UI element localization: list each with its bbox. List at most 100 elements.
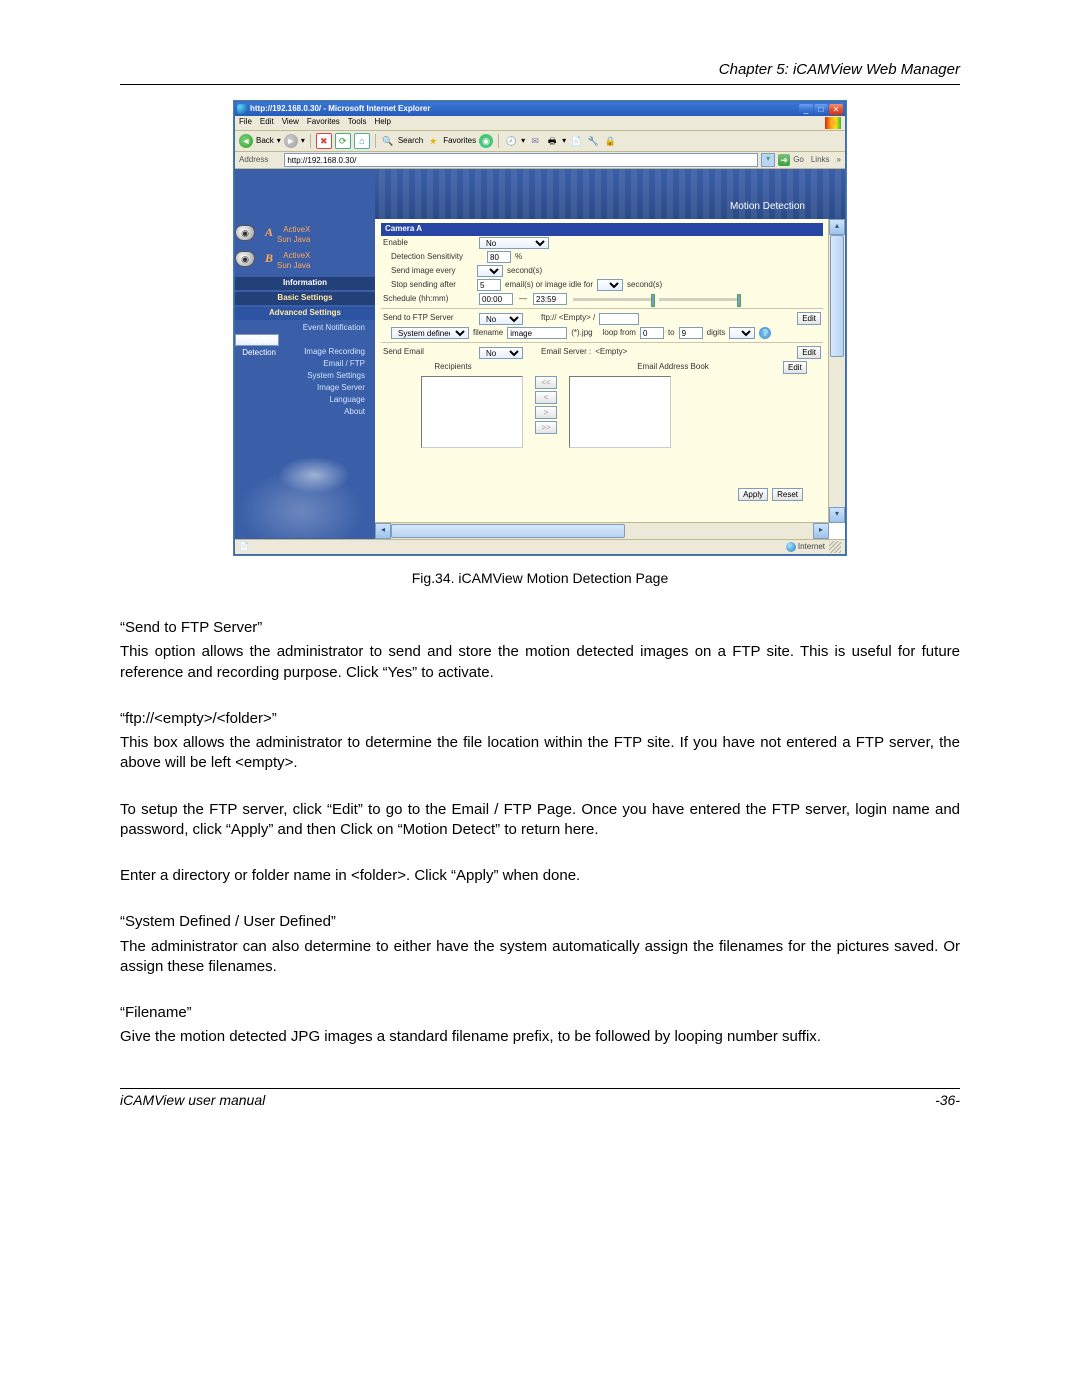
settings-form: Camera A Enable No Detection Sensitivity…	[375, 219, 845, 523]
nav-system-settings[interactable]: System Settings	[235, 370, 367, 382]
nav-head-basic[interactable]: Basic Settings	[235, 292, 375, 305]
schedule-slider-1[interactable]	[573, 298, 653, 301]
reset-button[interactable]: Reset	[772, 488, 803, 501]
addressbook-edit-button[interactable]: Edit	[783, 361, 807, 374]
media-icon[interactable]: ◉	[479, 134, 493, 148]
send-every-select[interactable]: 1	[477, 265, 503, 277]
back-button[interactable]: ◄	[239, 134, 253, 148]
para-sysdef-title: “System Defined / User Defined”	[120, 912, 960, 932]
schedule-slider-2[interactable]	[659, 298, 739, 301]
scroll-right-icon[interactable]: ▸	[813, 523, 829, 539]
sidebar-decor-image	[235, 448, 367, 538]
vertical-scrollbar[interactable]: ▴ ▾	[828, 219, 845, 523]
extra-icon-2[interactable]: 🔒	[603, 134, 617, 148]
address-input[interactable]	[284, 153, 758, 167]
camera-a-header: Camera A	[381, 223, 823, 236]
email-select[interactable]: No	[479, 347, 523, 359]
print-icon[interactable]: 🖶	[545, 134, 559, 148]
move-right-button[interactable]: >	[535, 406, 557, 419]
scroll-down-icon[interactable]: ▾	[829, 507, 845, 523]
home-button[interactable]: ⌂	[354, 133, 370, 149]
ftp-edit-button[interactable]: Edit	[797, 312, 821, 325]
refresh-button[interactable]: ⟳	[335, 133, 351, 149]
camera-b-sunjava[interactable]: Sun Java	[277, 261, 310, 271]
schedule-from-input[interactable]	[479, 293, 513, 305]
stop-after-label: Stop sending after	[391, 280, 473, 291]
nav-head-information[interactable]: Information	[235, 277, 375, 290]
enable-select[interactable]: No	[479, 237, 549, 249]
address-label: Address	[239, 155, 268, 166]
schedule-to-input[interactable]	[533, 293, 567, 305]
para-ftppath-title: “ftp://<empty>/<folder>”	[120, 709, 960, 729]
seconds-label: second(s)	[507, 266, 542, 277]
close-button[interactable]: ✕	[829, 104, 843, 115]
nav-image-server[interactable]: Image Server	[235, 382, 367, 394]
search-label: Search	[398, 136, 423, 147]
ftp-label: Send to FTP Server	[383, 313, 475, 324]
links-label[interactable]: Links	[807, 155, 834, 166]
search-icon[interactable]: 🔍	[381, 134, 395, 148]
address-bar: Address ▾ ➔ Go Links»	[235, 152, 845, 169]
emails-or-label: email(s) or image idle for	[505, 280, 593, 291]
scroll-up-icon[interactable]: ▴	[829, 219, 845, 235]
camera-a-letter: A	[259, 225, 273, 240]
filename-input[interactable]	[507, 327, 567, 339]
favorites-label: Favorites	[443, 136, 476, 147]
scroll-thumb-h[interactable]	[391, 524, 625, 538]
nav-language[interactable]: Language	[235, 394, 367, 406]
maximize-button[interactable]: □	[814, 104, 828, 115]
mail-icon[interactable]: ✉	[528, 134, 542, 148]
email-server-label: Email Server :	[541, 347, 591, 358]
menu-edit[interactable]: Edit	[260, 117, 274, 129]
stop-button[interactable]: ✖	[316, 133, 332, 149]
stop-after-input[interactable]	[477, 279, 501, 291]
ftp-select[interactable]: No	[479, 313, 523, 325]
nav-motion-detection[interactable]: Motion Detection	[235, 334, 279, 346]
favorites-icon[interactable]: ★	[426, 134, 440, 148]
digits-select[interactable]: 2	[729, 327, 755, 339]
sidebar: ◉ A ActiveX Sun Java ◉ B ActiveX	[235, 169, 375, 539]
sysdef-select[interactable]: System defined	[391, 327, 469, 339]
nav-event-notification[interactable]: Event Notification	[235, 322, 367, 334]
scroll-thumb-v[interactable]	[830, 235, 844, 357]
address-dropdown[interactable]: ▾	[761, 153, 775, 167]
menu-view[interactable]: View	[282, 117, 299, 129]
para-ftp-title: “Send to FTP Server”	[120, 618, 960, 638]
camera-b-activex[interactable]: ActiveX	[277, 251, 310, 261]
nav-email-ftp[interactable]: Email / FTP	[235, 358, 367, 370]
horizontal-scrollbar[interactable]: ◂ ▸	[375, 522, 829, 539]
edit-icon[interactable]: 📄	[569, 134, 583, 148]
menu-tools[interactable]: Tools	[348, 117, 367, 129]
para-ftp-body: This option allows the administrator to …	[120, 642, 960, 683]
percent-label: %	[515, 252, 522, 263]
move-left-button[interactable]: <	[535, 391, 557, 404]
minimize-button[interactable]: _	[799, 104, 813, 115]
camera-a-sunjava[interactable]: Sun Java	[277, 235, 310, 245]
email-edit-button[interactable]: Edit	[797, 346, 821, 359]
nav-about[interactable]: About	[235, 406, 367, 418]
idle-select[interactable]: 5	[597, 279, 623, 291]
para-sysdef-body: The administrator can also determine to …	[120, 937, 960, 978]
help-icon[interactable]: ?	[759, 327, 771, 339]
recipients-listbox[interactable]	[421, 376, 523, 448]
loop-to-input[interactable]	[679, 327, 703, 339]
menu-file[interactable]: File	[239, 117, 252, 129]
go-button[interactable]: ➔	[778, 154, 790, 166]
forward-button[interactable]: ►	[284, 134, 298, 148]
scroll-left-icon[interactable]: ◂	[375, 523, 391, 539]
loop-from-input[interactable]	[640, 327, 664, 339]
menu-help[interactable]: Help	[374, 117, 390, 129]
move-all-right-button[interactable]: >>	[535, 421, 557, 434]
nav-head-advanced[interactable]: Advanced Settings	[235, 307, 375, 320]
window-title: http://192.168.0.30/ - Microsoft Interne…	[250, 104, 799, 115]
sensitivity-input[interactable]	[487, 251, 511, 263]
addressbook-listbox[interactable]	[569, 376, 671, 448]
camera-a-activex[interactable]: ActiveX	[277, 225, 310, 235]
ftp-folder-input[interactable]	[599, 313, 639, 325]
apply-button[interactable]: Apply	[738, 488, 768, 501]
move-all-left-button[interactable]: <<	[535, 376, 557, 389]
menu-favorites[interactable]: Favorites	[307, 117, 340, 129]
resize-grabber-icon[interactable]	[829, 541, 841, 553]
extra-icon-1[interactable]: 🔧	[586, 134, 600, 148]
history-icon[interactable]: 🕗	[504, 134, 518, 148]
